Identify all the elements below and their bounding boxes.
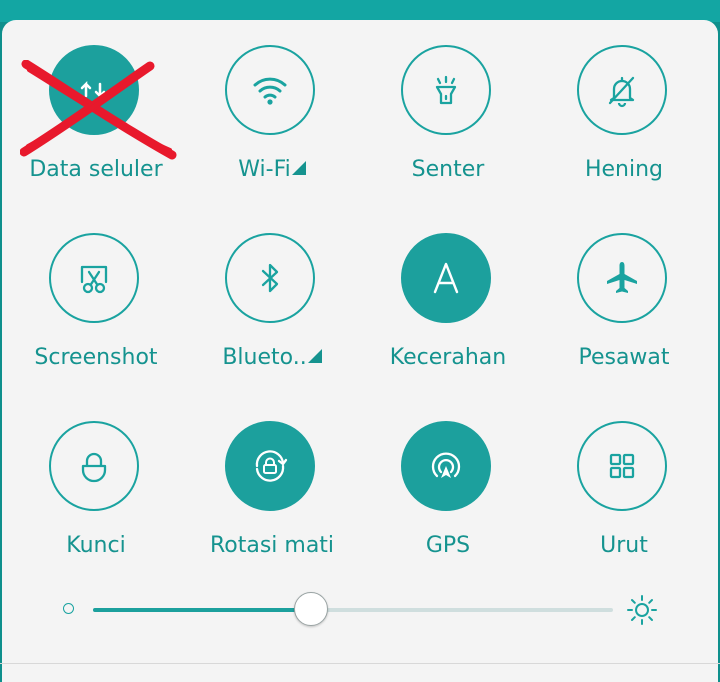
brightness-low-icon	[63, 603, 74, 614]
tile-sort[interactable]: Urut	[536, 421, 712, 581]
tile-wifi[interactable]: Wi-Fi	[184, 45, 360, 205]
gps-icon	[431, 452, 461, 478]
tile-silent[interactable]: Hening	[536, 45, 712, 205]
tile-lock[interactable]: Kunci	[8, 421, 184, 581]
scissors-icon	[80, 265, 108, 294]
tile-lock-button[interactable]	[49, 421, 139, 511]
brightness-track[interactable]	[93, 592, 613, 626]
tile-screenshot[interactable]: Screenshot	[8, 233, 184, 393]
wifi-icon	[253, 77, 287, 105]
tile-gps-button[interactable]	[401, 421, 491, 511]
bluetooth-icon	[261, 263, 279, 293]
tile-bluetooth[interactable]: Blueto..	[184, 233, 360, 393]
tile-flashlight-button[interactable]	[401, 45, 491, 135]
panel-bottom-divider	[0, 663, 720, 664]
tile-bluetooth-button[interactable]	[225, 233, 315, 323]
tile-sort-label: Urut	[600, 533, 648, 558]
bluetooth-menu-indicator	[307, 349, 322, 363]
wifi-menu-indicator	[291, 161, 306, 175]
tile-rotation-button[interactable]	[225, 421, 315, 511]
tile-brightness[interactable]: Kecerahan	[360, 233, 536, 393]
tile-mobile-data-button[interactable]	[49, 45, 139, 135]
tile-mobile-data[interactable]: Data seluler	[8, 45, 184, 205]
tile-brightness-button[interactable]	[401, 233, 491, 323]
flashlight-icon	[435, 75, 457, 105]
tile-gps-label: GPS	[425, 533, 471, 558]
tile-rotation-label: Rotasi mati	[209, 533, 335, 558]
tile-gps[interactable]: GPS	[360, 421, 536, 581]
bell-off-icon	[608, 76, 635, 108]
tile-brightness-label: Kecerahan	[389, 345, 507, 370]
tile-rotation[interactable]: Rotasi mati	[184, 421, 360, 581]
tile-airplane-label: Pesawat	[578, 345, 670, 370]
tile-mobile-data-label: Data seluler	[29, 157, 163, 182]
brightness-thumb[interactable]	[294, 592, 329, 626]
brightness-high-icon	[627, 595, 657, 625]
tile-wifi-button[interactable]	[225, 45, 315, 135]
tile-wifi-label: Wi-Fi	[184, 157, 360, 182]
status-bar-strip	[0, 0, 720, 22]
tile-lock-label: Kunci	[66, 533, 126, 558]
quick-settings-panel: Data seluler Wi-Fi Senter Hening Screens…	[2, 20, 718, 682]
brightness-slider[interactable]	[60, 588, 666, 632]
tile-silent-label: Hening	[584, 157, 664, 182]
auto-brightness-icon	[433, 262, 459, 294]
tile-bluetooth-label: Blueto..	[184, 345, 360, 370]
tile-airplane-button[interactable]	[577, 233, 667, 323]
airplane-icon	[607, 262, 637, 293]
mobile-data-icon	[80, 80, 106, 100]
tile-flashlight[interactable]: Senter	[360, 45, 536, 205]
tile-screenshot-label: Screenshot	[34, 345, 158, 370]
tile-silent-button[interactable]	[577, 45, 667, 135]
rotation-lock-icon	[255, 450, 288, 482]
lock-icon	[81, 452, 107, 483]
tile-flashlight-label: Senter	[411, 157, 485, 182]
tile-screenshot-button[interactable]	[49, 233, 139, 323]
grid-icon	[609, 453, 635, 479]
tile-sort-button[interactable]	[577, 421, 667, 511]
brightness-fill	[93, 608, 312, 612]
tile-airplane[interactable]: Pesawat	[536, 233, 712, 393]
